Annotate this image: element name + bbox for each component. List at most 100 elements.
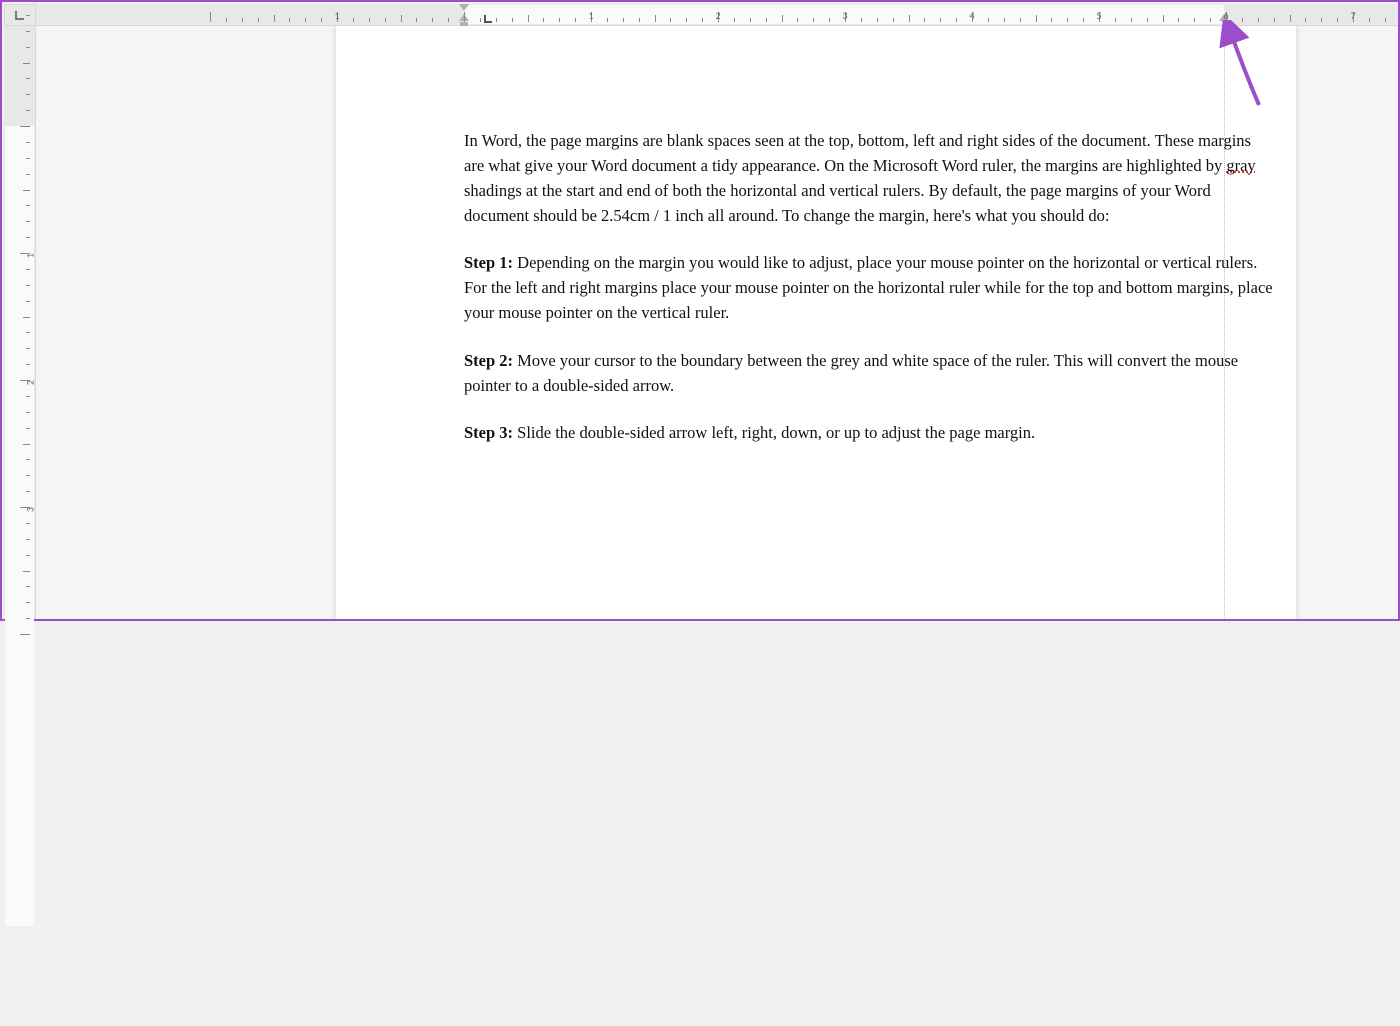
v-ruler-tick: [26, 412, 30, 413]
v-ruler-editable-region: [5, 126, 34, 926]
h-ruler-tick: [1337, 18, 1338, 22]
h-ruler-tick: [1083, 18, 1084, 22]
h-ruler-tick: [861, 18, 862, 22]
v-ruler-tick: [23, 317, 30, 318]
v-ruler-tick: [26, 428, 30, 429]
h-ruler-tick: [480, 18, 481, 22]
spellcheck-underline[interactable]: gray: [1226, 156, 1255, 175]
v-ruler-tick: [26, 15, 30, 16]
v-ruler-tick: [26, 94, 30, 95]
v-ruler-number: 1: [24, 253, 37, 258]
h-ruler-tick: [226, 18, 227, 22]
h-ruler-tick: [877, 18, 878, 22]
horizontal-ruler[interactable]: 11234567: [36, 4, 1398, 26]
h-ruler-tick: [1242, 18, 1243, 22]
v-ruler-tick: [26, 78, 30, 79]
h-ruler-tick: [1067, 18, 1068, 22]
h-ruler-tick: [353, 18, 354, 22]
v-ruler-tick: [26, 491, 30, 492]
v-ruler-tick: [26, 174, 30, 175]
step-1-label: Step 1:: [464, 253, 513, 272]
v-ruler-tick: [26, 269, 30, 270]
v-ruler-tick: [26, 142, 30, 143]
h-ruler-tick: [1194, 18, 1195, 22]
h-ruler-tick: [1369, 18, 1370, 22]
h-ruler-tick: [1115, 18, 1116, 22]
vertical-ruler[interactable]: 1 2 3: [4, 26, 36, 619]
h-ruler-tick: [512, 18, 513, 22]
tab-selector[interactable]: [4, 4, 36, 26]
v-ruler-tick: [26, 396, 30, 397]
h-ruler-tick: [1131, 18, 1132, 22]
h-ruler-tick: [416, 18, 417, 22]
h-ruler-tick: [797, 18, 798, 22]
h-ruler-tick: [750, 18, 751, 22]
h-ruler-number: 2: [715, 9, 720, 22]
v-ruler-tick: [26, 475, 30, 476]
h-ruler-number: 3: [842, 9, 847, 22]
h-ruler-number: 4: [969, 9, 974, 22]
h-ruler-tick: [1305, 18, 1306, 22]
h-ruler-tick: [385, 18, 386, 22]
h-ruler-tick: [1051, 18, 1052, 22]
h-ruler-tick: [1210, 18, 1211, 22]
intro-text-part2: shadings at the start and end of both th…: [464, 181, 1211, 225]
h-ruler-tick: [559, 18, 560, 22]
step-2-paragraph[interactable]: Step 2: Move your cursor to the boundary…: [464, 348, 1274, 398]
h-ruler-tick: [702, 18, 703, 22]
h-ruler-tick: [655, 15, 656, 22]
h-ruler-tick: [956, 18, 957, 22]
v-ruler-tick: [26, 332, 30, 333]
v-ruler-tick: [26, 237, 30, 238]
h-ruler-tick: [1274, 18, 1275, 22]
intro-paragraph[interactable]: In Word, the page margins are blank spac…: [464, 128, 1274, 228]
v-ruler-number: 2: [24, 380, 37, 385]
step-1-paragraph[interactable]: Step 1: Depending on the margin you woul…: [464, 250, 1274, 325]
h-ruler-tick: [1258, 18, 1259, 22]
h-ruler-tick: [242, 18, 243, 22]
v-ruler-tick: [23, 63, 30, 64]
step-1-text: Depending on the margin you would like t…: [464, 253, 1273, 322]
v-ruler-tick: [26, 158, 30, 159]
v-ruler-tick: [26, 539, 30, 540]
v-ruler-number: 3: [24, 507, 37, 512]
v-ruler-tick: [26, 459, 30, 460]
h-ruler-tick: [1163, 15, 1164, 22]
h-ruler-tick: [829, 18, 830, 22]
h-ruler-tick: [782, 15, 783, 22]
v-ruler-tick: [20, 126, 30, 127]
h-ruler-tick: [401, 15, 402, 22]
v-ruler-tick: [26, 205, 30, 206]
v-ruler-tick: [26, 586, 30, 587]
v-ruler-tick: [26, 221, 30, 222]
h-ruler-tick: [924, 18, 925, 22]
v-ruler-tick: [26, 110, 30, 111]
tab-stop-marker[interactable]: [484, 15, 492, 23]
v-ruler-tick: [23, 190, 30, 191]
h-ruler-tick: [528, 15, 529, 22]
v-ruler-tick: [23, 571, 30, 572]
document-page[interactable]: In Word, the page margins are blank spac…: [336, 26, 1296, 619]
h-ruler-tick: [1004, 18, 1005, 22]
v-ruler-tick: [26, 348, 30, 349]
h-ruler-tick: [607, 18, 608, 22]
v-ruler-tick: [20, 634, 30, 635]
first-line-indent-marker[interactable]: [459, 4, 469, 11]
step-3-text: Slide the double-sided arrow left, right…: [513, 423, 1035, 442]
step-3-paragraph[interactable]: Step 3: Slide the double-sided arrow lef…: [464, 420, 1274, 445]
document-workspace: In Word, the page margins are blank spac…: [36, 26, 1398, 619]
h-ruler-number: 6: [1223, 9, 1228, 22]
h-ruler-tick: [1036, 15, 1037, 22]
h-ruler-tick: [639, 18, 640, 22]
v-ruler-tick: [26, 31, 30, 32]
document-body[interactable]: In Word, the page margins are blank spac…: [464, 128, 1274, 467]
step-3-label: Step 3:: [464, 423, 513, 442]
intro-text-part1: In Word, the page margins are blank spac…: [464, 131, 1251, 175]
h-ruler-tick: [1147, 18, 1148, 22]
v-ruler-tick: [26, 47, 30, 48]
h-ruler-tick: [448, 18, 449, 22]
h-ruler-tick: [623, 18, 624, 22]
h-ruler-tick: [432, 18, 433, 22]
v-ruler-tick: [26, 602, 30, 603]
step-2-label: Step 2:: [464, 351, 513, 370]
